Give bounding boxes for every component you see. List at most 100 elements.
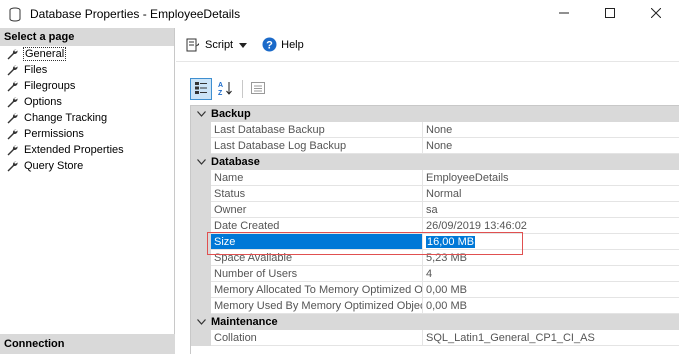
property-row[interactable]: Owner sa [191,202,679,218]
sidebar-item-query-store[interactable]: Query Store [0,158,174,174]
sidebar-item-files[interactable]: Files [0,62,174,78]
script-label: Script [205,38,234,51]
property-grid-toolbar: A Z [190,78,271,100]
close-button[interactable] [633,0,679,28]
sidebar-item-label: Change Tracking [24,112,108,124]
property-name: Number of Users [211,266,423,282]
property-row[interactable]: Number of Users 4 [191,266,679,282]
category-database[interactable]: Database [191,154,679,170]
categorized-button[interactable] [190,78,212,100]
wrench-icon [6,96,18,108]
sidebar-item-extended-properties[interactable]: Extended Properties [0,142,174,158]
collapse-chevron-icon[interactable] [191,319,211,325]
property-value: None [426,140,453,152]
property-name: Space Available [211,250,423,266]
property-pages-icon [251,81,265,97]
maximize-icon [605,7,615,21]
property-row[interactable]: Last Database Backup None [191,122,679,138]
property-row[interactable]: Memory Allocated To Memory Optimized Obj… [191,282,679,298]
property-value: 0,00 MB [426,300,467,312]
property-value: sa [426,204,438,216]
property-value: SQL_Latin1_General_CP1_CI_AS [426,332,595,344]
property-row[interactable]: Space Available 5,23 MB [191,250,679,266]
svg-text:A: A [218,82,223,89]
sidebar-item-options[interactable]: Options [0,94,174,110]
minimize-button[interactable] [541,0,587,28]
maximize-button[interactable] [587,0,633,28]
property-value: 5,23 MB [426,252,467,264]
wrench-icon [6,48,18,60]
database-icon [8,6,22,22]
svg-text:Z: Z [218,90,223,96]
connection-header: Connection [0,334,175,354]
categorized-icon [194,81,208,98]
collapse-chevron-icon[interactable] [191,111,211,117]
property-row[interactable]: Status Normal [191,186,679,202]
property-name: Name [211,170,423,186]
property-row[interactable]: Last Database Log Backup None [191,138,679,154]
sort-az-icon: A Z [217,80,233,99]
minimize-icon [559,8,569,21]
sidebar-item-label: General [22,47,67,61]
category-label: Backup [211,108,251,120]
toolbar: Script ? Help [176,28,679,62]
category-maintenance[interactable]: Maintenance [191,314,679,330]
page-list: General Files Filegroups Options Change Trac… [0,46,174,174]
sidebar-item-label: Permissions [24,128,84,140]
property-name: Collation [211,330,423,346]
property-name: Memory Used By Memory Optimized Objects [211,298,423,314]
property-name: Size [211,234,423,250]
property-row[interactable]: Size 16,00 MB [191,234,679,250]
chevron-down-icon[interactable] [239,39,248,51]
help-label: Help [281,38,304,51]
wrench-icon [6,64,18,76]
wrench-icon [6,80,18,92]
property-row[interactable]: Collation SQL_Latin1_General_CP1_CI_AS [191,330,679,346]
property-pages-button[interactable] [247,78,269,100]
properties-panel: Script ? Help A Z Backup Last Database B… [176,28,679,354]
property-row[interactable]: Memory Used By Memory Optimized Objects 0… [191,298,679,314]
sidebar-item-permissions[interactable]: Permissions [0,126,174,142]
property-name: Last Database Backup [211,122,423,138]
property-row[interactable]: Date Created 26/09/2019 13:46:02 [191,218,679,234]
sidebar-item-change-tracking[interactable]: Change Tracking [0,110,174,126]
script-button[interactable]: Script [182,35,250,55]
wrench-icon [6,144,18,156]
alphabetical-button[interactable]: A Z [214,78,236,100]
property-name: Last Database Log Backup [211,138,423,154]
property-value: Normal [426,188,462,200]
property-value: 16,00 MB [426,236,476,248]
property-value: 26/09/2019 13:46:02 [426,220,527,232]
sidebar-item-filegroups[interactable]: Filegroups [0,78,174,94]
sidebar-item-label: Filegroups [24,80,76,92]
sidebar-item-general[interactable]: General [0,46,174,62]
page-selector-panel: Select a page General Files Filegroups Opti… [0,28,175,354]
help-button[interactable]: ? Help [258,35,307,55]
property-name: Owner [211,202,423,218]
window-title: Database Properties - EmployeeDetails [30,7,241,21]
property-value: 0,00 MB [426,284,467,296]
wrench-icon [6,128,18,140]
category-label: Database [211,156,260,168]
wrench-icon [6,112,18,124]
select-page-header: Select a page [0,28,174,46]
help-icon: ? [261,37,277,53]
sidebar-item-label: Options [24,96,62,108]
wrench-icon [6,160,18,172]
property-value: EmployeeDetails [426,172,509,184]
sidebar-item-label: Query Store [24,160,84,172]
svg-text:?: ? [266,40,273,52]
sidebar-item-label: Files [24,64,48,76]
property-name: Date Created [211,218,423,234]
collapse-chevron-icon[interactable] [191,159,211,165]
property-name: Memory Allocated To Memory Optimized Obj [211,282,423,298]
title-bar: Database Properties - EmployeeDetails [0,0,679,28]
category-label: Maintenance [211,316,278,328]
property-value: 4 [426,268,433,280]
property-name: Status [211,186,423,202]
sidebar-item-label: Extended Properties [24,144,124,156]
close-icon [650,7,662,21]
property-row[interactable]: Name EmployeeDetails [191,170,679,186]
category-backup[interactable]: Backup [191,106,679,122]
property-grid: Backup Last Database Backup None Last Datab… [190,105,679,354]
